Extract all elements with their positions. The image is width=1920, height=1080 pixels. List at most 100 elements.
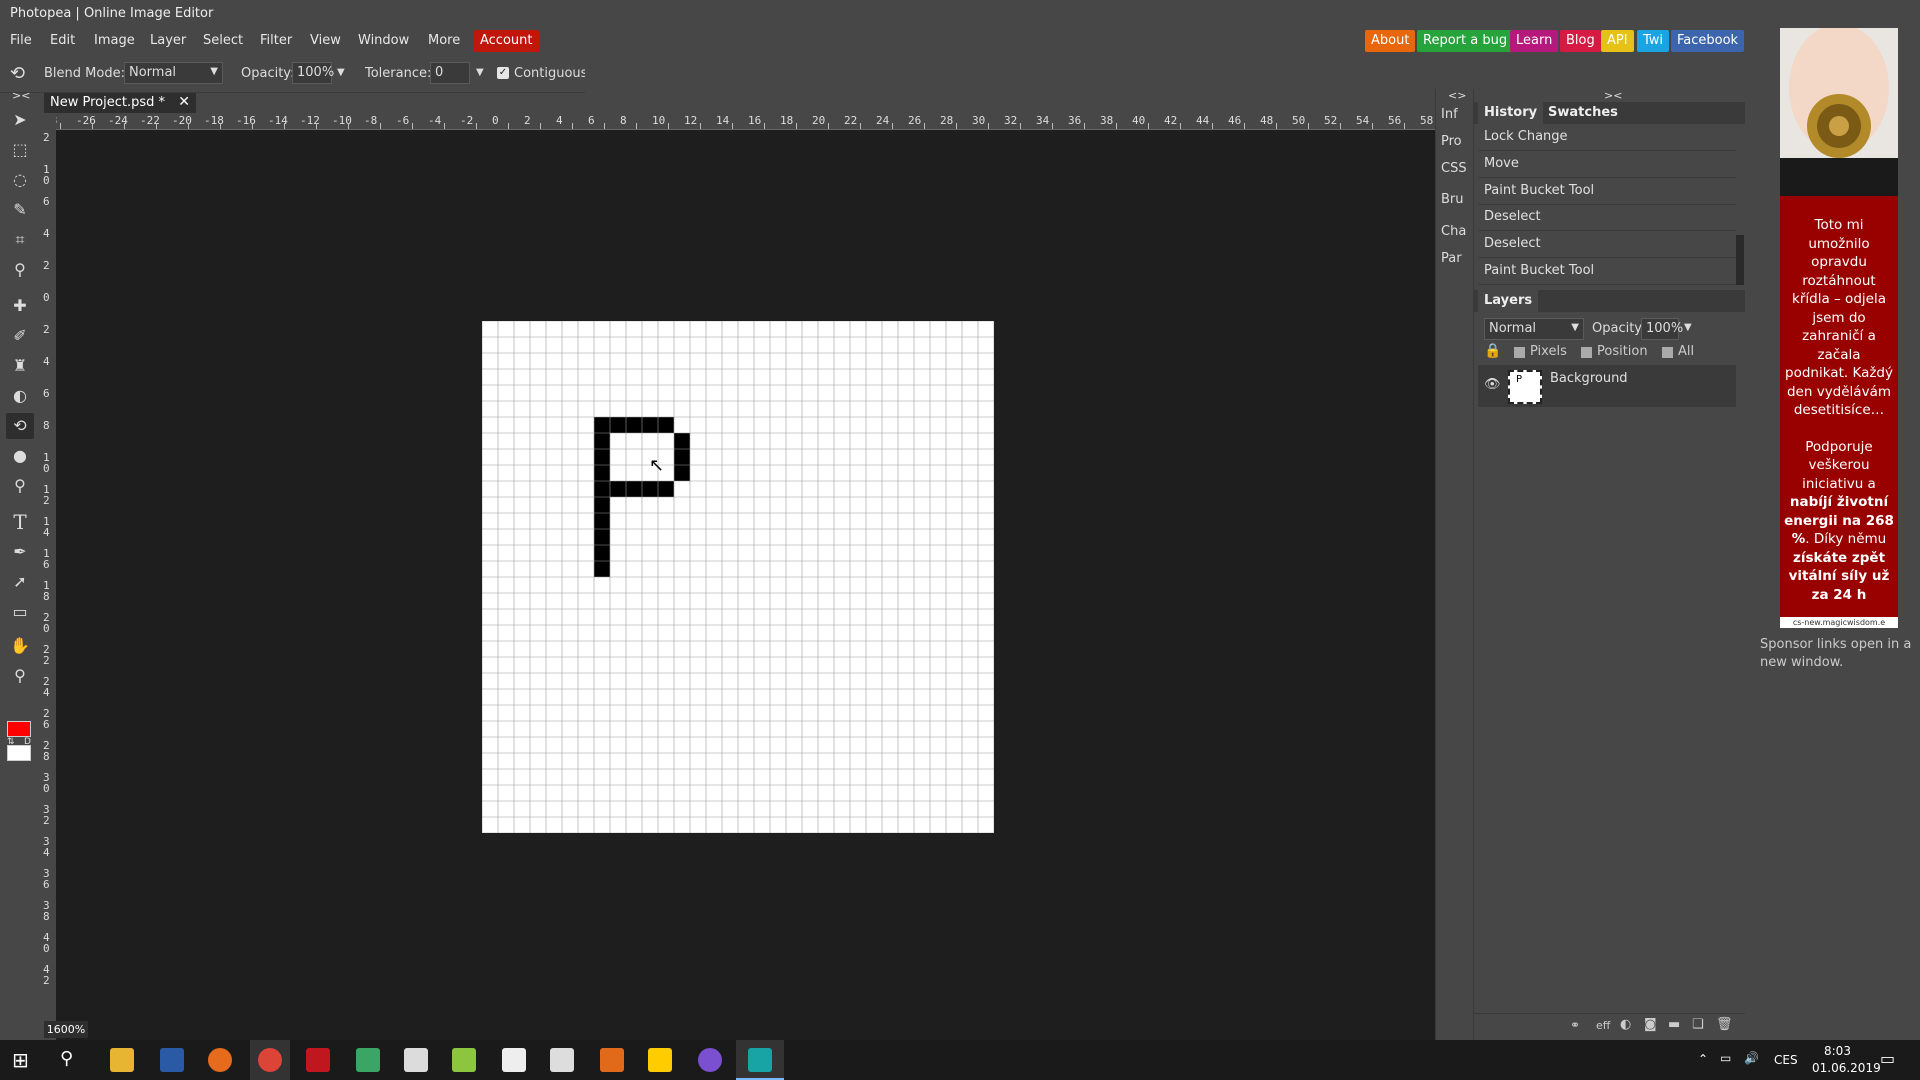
tab-layers[interactable]: Layers [1478, 290, 1539, 312]
clock-date[interactable]: 01.06.2019 [1812, 1061, 1881, 1075]
menu-edit[interactable]: Edit [50, 33, 75, 48]
menu-filter[interactable]: Filter [260, 33, 292, 48]
history-item[interactable]: Move [1478, 152, 1736, 178]
background-color-swatch[interactable] [7, 745, 31, 761]
network-icon[interactable]: ▭ [1720, 1051, 1731, 1065]
mini-panel-properties[interactable]: Pro [1441, 134, 1462, 149]
adjustment-icon[interactable]: ◐ [1620, 1017, 1631, 1032]
blur-tool-icon[interactable]: ● [6, 443, 34, 469]
brush-tool-icon[interactable]: ✐ [6, 323, 34, 349]
firefox-icon[interactable] [208, 1048, 232, 1072]
hand-tool-icon[interactable]: ✋ [6, 633, 34, 659]
search-icon[interactable]: ⚲ [60, 1048, 73, 1069]
learn-link[interactable]: Learn [1510, 30, 1559, 52]
api-link[interactable]: API [1601, 30, 1634, 52]
type-tool-icon[interactable]: T [6, 509, 34, 535]
foreground-color-swatch[interactable] [7, 721, 31, 737]
keyboard-language[interactable]: CES [1774, 1053, 1798, 1067]
mini-panel-brush[interactable]: Bru [1441, 192, 1464, 207]
link-icon[interactable]: ⚭ [1570, 1018, 1580, 1032]
ad-text[interactable]: Toto mi umožnilo opravdu roztáhnout kříd… [1780, 196, 1898, 628]
mini-panel-paragraph[interactable]: Par [1441, 251, 1462, 266]
shape-tool-icon[interactable]: ▭ [6, 599, 34, 625]
history-item[interactable]: Lock Change [1478, 125, 1736, 151]
volume-icon[interactable]: 🔊 [1744, 1051, 1759, 1065]
mini-panel-info[interactable]: Inf [1441, 107, 1458, 122]
blend-mode-select[interactable]: Normal ▼ [124, 62, 223, 84]
dodge-tool-icon[interactable]: ⚲ [6, 473, 34, 499]
paint-bucket-icon[interactable]: ⟲ [10, 63, 25, 84]
canvas[interactable] [482, 321, 994, 833]
quick-select-tool-icon[interactable]: ✎ [6, 197, 34, 223]
tab-swatches[interactable]: Swatches [1542, 102, 1624, 124]
windows-start-icon[interactable]: ⊞ [12, 1048, 29, 1072]
trash-icon[interactable]: 🗑 [1716, 1017, 1733, 1032]
history-item[interactable]: Paint Bucket Tool [1478, 179, 1736, 205]
clock-time[interactable]: 8:03 [1824, 1044, 1851, 1058]
tolerance-dropdown-icon[interactable]: ▼ [476, 67, 484, 78]
contiguous-checkbox[interactable]: ✓ [497, 67, 509, 79]
app-icon-red[interactable] [306, 1048, 330, 1072]
close-tab-icon[interactable]: ✕ [178, 94, 190, 110]
history-item[interactable]: Deselect [1478, 232, 1736, 258]
menu-more[interactable]: More [428, 33, 460, 48]
menu-account[interactable]: Account [474, 30, 539, 52]
collapse-panel-icon[interactable]: >< [1604, 89, 1622, 102]
path-select-tool-icon[interactable]: ➚ [6, 569, 34, 595]
swap-colors-icon[interactable]: ⇅ [7, 737, 15, 747]
stamp-tool-icon[interactable]: ♜ [6, 353, 34, 379]
ad-image[interactable] [1780, 28, 1898, 196]
layer-opacity-dropdown-icon[interactable]: ▼ [1684, 322, 1692, 333]
zoom-level[interactable]: 1600% [44, 1021, 88, 1038]
menu-select[interactable]: Select [203, 33, 243, 48]
mini-panel-character[interactable]: Cha [1441, 224, 1466, 239]
layer-opacity-input[interactable]: 100% [1641, 318, 1683, 340]
app-icon-fox[interactable] [502, 1048, 526, 1072]
app-icon-orange[interactable] [600, 1048, 624, 1072]
app-icon-green[interactable] [356, 1048, 380, 1072]
paint-bucket-tool-icon[interactable]: ⟲ [6, 413, 34, 439]
menu-file[interactable]: File [10, 33, 32, 48]
layer-blend-select[interactable]: Normal ▼ [1484, 318, 1584, 340]
effects-icon[interactable]: eff [1596, 1019, 1610, 1032]
default-colors-icon[interactable]: D [24, 737, 31, 747]
calculator-icon[interactable] [404, 1048, 428, 1072]
lock-pixels-checkbox[interactable] [1514, 347, 1525, 358]
layer-row[interactable]: 👁 P Background [1478, 365, 1736, 407]
move-tool-icon[interactable]: ➤ [6, 107, 34, 133]
expand-arrows-icon[interactable]: <> [1448, 89, 1466, 102]
tab-history[interactable]: History [1478, 102, 1544, 124]
zoom-tool-icon[interactable]: ⚲ [6, 663, 34, 689]
about-link[interactable]: About [1365, 30, 1416, 52]
lasso-tool-icon[interactable]: ◌ [6, 167, 34, 193]
crop-tool-icon[interactable]: ⌗ [6, 227, 34, 253]
tray-expand-icon[interactable]: ⌃ [1698, 1052, 1708, 1066]
eraser-tool-icon[interactable]: ◐ [6, 383, 34, 409]
photopea-icon[interactable] [748, 1048, 772, 1072]
lock-all-checkbox[interactable] [1662, 347, 1673, 358]
ad-url[interactable]: cs-new.magicwisdom.e [1780, 617, 1898, 628]
menu-layer[interactable]: Layer [150, 33, 186, 48]
menu-window[interactable]: Window [358, 33, 409, 48]
menu-image[interactable]: Image [94, 33, 135, 48]
mask-icon[interactable]: ◙ [1644, 1017, 1657, 1032]
app-icon-clapper[interactable] [550, 1048, 574, 1072]
collapse-arrows-icon[interactable]: >< [12, 89, 30, 102]
blog-link[interactable]: Blog [1560, 30, 1601, 52]
opacity-input[interactable]: 100% [292, 62, 334, 84]
lock-position-checkbox[interactable] [1581, 347, 1592, 358]
chrome-icon[interactable] [258, 1048, 282, 1072]
healing-tool-icon[interactable]: ✚ [6, 293, 34, 319]
menu-view[interactable]: View [310, 33, 341, 48]
twitter-link[interactable]: Twi [1637, 30, 1670, 52]
document-tab[interactable]: New Project.psd * ✕ [44, 93, 196, 113]
marquee-tool-icon[interactable]: ⬚ [6, 137, 34, 163]
mini-panel-css[interactable]: CSS [1441, 161, 1467, 176]
app-icon-yellow[interactable] [648, 1048, 672, 1072]
facebook-link[interactable]: Facebook [1671, 30, 1745, 52]
report-bug-link[interactable]: Report a bug [1417, 30, 1514, 52]
tolerance-input[interactable]: 0 [430, 62, 470, 84]
history-scrollbar[interactable] [1736, 235, 1744, 285]
save-app-icon[interactable] [160, 1048, 184, 1072]
notifications-icon[interactable]: ▭ [1880, 1049, 1895, 1068]
